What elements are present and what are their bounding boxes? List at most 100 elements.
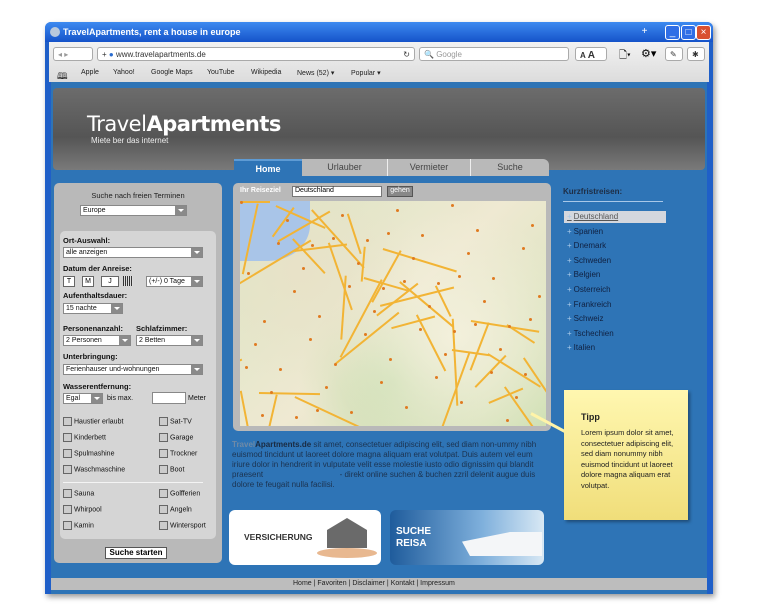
kurzfrist-item[interactable]: + Schweden: [567, 256, 611, 265]
ort-select[interactable]: alle anzeigen: [63, 247, 203, 258]
divider: [63, 482, 203, 483]
tolerance-select[interactable]: (+/-) 0 Tage: [146, 276, 203, 287]
calendar-icon[interactable]: [123, 276, 133, 286]
schlaf-select[interactable]: 2 Betten: [136, 335, 203, 346]
bookmark-youtube[interactable]: YouTube: [207, 69, 235, 76]
bookmark-yahoo[interactable]: Yahoo!: [113, 69, 135, 76]
kurzfrist-item[interactable]: + Spanien: [567, 227, 603, 236]
page-menu-icon[interactable]: 🗋▾: [619, 48, 631, 65]
checkbox[interactable]: [63, 449, 72, 458]
tab-suche[interactable]: Suche: [471, 159, 549, 176]
checkbox-option[interactable]: Angeln: [159, 505, 192, 514]
tab-urlauber[interactable]: Urlauber: [302, 159, 388, 176]
year-input[interactable]: J: [101, 276, 119, 287]
font-smaller[interactable]: A: [580, 51, 585, 60]
checkbox-option[interactable]: Kamin: [63, 521, 94, 530]
insurance-banner[interactable]: VERSICHERUNG: [229, 510, 381, 565]
map-city: [515, 396, 518, 399]
checkbox-option[interactable]: Spulmashine: [63, 449, 114, 458]
cruise-banner[interactable]: SUCHE REISA: [390, 510, 544, 565]
checkbox-option[interactable]: Sauna: [63, 489, 94, 498]
kurzfrist-item[interactable]: + Deutschland: [567, 212, 618, 221]
edit-icon[interactable]: ✎: [665, 47, 683, 61]
font-larger[interactable]: A: [588, 50, 595, 61]
kurzfrist-item[interactable]: + Osterreich: [567, 285, 611, 294]
checkbox-option[interactable]: Whirpool: [63, 505, 102, 514]
map-city: [428, 305, 431, 308]
map-germany[interactable]: [240, 201, 546, 426]
footer-link[interactable]: Favoriten: [317, 580, 346, 587]
map-road: [258, 392, 321, 395]
destination-input[interactable]: Deutschland: [292, 186, 382, 197]
map-city: [318, 315, 321, 318]
close-button[interactable]: ×: [696, 25, 711, 40]
footer-link[interactable]: Impressum: [420, 580, 455, 587]
checkbox[interactable]: [159, 465, 168, 474]
wasser-select[interactable]: Egal: [63, 393, 103, 404]
kurzfrist-item[interactable]: + Dnemark: [567, 241, 606, 250]
gear-icon[interactable]: ⚙▾: [641, 47, 656, 60]
kurzfrist-item[interactable]: + Tschechien: [567, 329, 614, 338]
month-input[interactable]: M: [82, 276, 94, 287]
checkbox-option[interactable]: Sat-TV: [159, 417, 192, 426]
footer-link[interactable]: Home: [293, 580, 312, 587]
kurzfrist-item[interactable]: + Belgien: [567, 270, 600, 279]
bookmark-apple[interactable]: Apple: [81, 69, 99, 76]
checkbox-option[interactable]: Golfferien: [159, 489, 200, 498]
tab-vermieter[interactable]: Vermieter: [388, 159, 471, 176]
checkbox[interactable]: [159, 505, 168, 514]
personen-select[interactable]: 2 Personen: [63, 335, 131, 346]
footer-link[interactable]: Kontakt: [391, 580, 415, 587]
checkbox[interactable]: [159, 433, 168, 442]
address-bar[interactable]: + ● www.travelapartments.de ↻: [97, 47, 415, 61]
checkbox[interactable]: [63, 521, 72, 530]
checkbox[interactable]: [63, 417, 72, 426]
checkbox-option[interactable]: Haustier erlaubt: [63, 417, 123, 426]
checkbox-option[interactable]: Trockner: [159, 449, 197, 458]
checkbox[interactable]: [63, 505, 72, 514]
dauer-label: Aufenthaltsdauer:: [63, 291, 128, 300]
checkbox-option[interactable]: Garage: [159, 433, 193, 442]
search-submit-button[interactable]: Suche starten: [105, 547, 167, 559]
new-tab-icon[interactable]: +: [637, 25, 652, 40]
bookmark-news[interactable]: News (52) ▾: [297, 69, 334, 77]
kurzfrist-item[interactable]: + Frankreich: [567, 300, 611, 309]
bookmark-google-maps[interactable]: Google Maps: [151, 69, 193, 76]
minimize-button[interactable]: _: [665, 25, 680, 40]
map-city: [396, 209, 399, 212]
footer-link[interactable]: Disclaimer: [352, 580, 385, 587]
region-select[interactable]: Europe: [80, 205, 187, 216]
checkbox-option[interactable]: Wintersport: [159, 521, 206, 530]
checkbox-option[interactable]: Waschmaschine: [63, 465, 125, 474]
bookmark-popular[interactable]: Popular ▾: [351, 69, 381, 77]
checkbox[interactable]: [159, 489, 168, 498]
day-input[interactable]: T: [63, 276, 75, 287]
checkbox[interactable]: [159, 449, 168, 458]
kurzfrist-title: Kurzfristreisen:: [563, 187, 623, 196]
bug-icon[interactable]: ✱: [687, 47, 705, 61]
checkbox[interactable]: [63, 433, 72, 442]
maximize-button[interactable]: □: [681, 25, 696, 40]
checkbox-option[interactable]: Boot: [159, 465, 184, 474]
meter-input[interactable]: [152, 392, 186, 404]
go-button[interactable]: gehen: [387, 186, 413, 197]
font-size-buttons[interactable]: A A: [575, 47, 607, 61]
dauer-select[interactable]: 15 nachte: [63, 303, 123, 314]
unterbringung-select[interactable]: Ferienhauser und-wohnungen: [63, 364, 203, 375]
back-forward-buttons[interactable]: ◂ ▸: [53, 47, 93, 61]
checkbox-option[interactable]: Kinderbett: [63, 433, 106, 442]
kurzfrist-item[interactable]: + Schweiz: [567, 314, 603, 323]
checkbox[interactable]: [63, 465, 72, 474]
kurzfrist-item[interactable]: + Italien: [567, 343, 595, 352]
tab-home[interactable]: Home: [234, 159, 302, 176]
checkbox[interactable]: [159, 521, 168, 530]
bookmark-wikipedia[interactable]: Wikipedia: [251, 69, 281, 76]
search-form: Ort-Auswahl: alle anzeigen Datum der Anr…: [60, 231, 216, 539]
wasser-label: Wasserentfernung:: [63, 382, 132, 391]
checkbox[interactable]: [63, 489, 72, 498]
reload-icon[interactable]: ↻: [403, 50, 410, 59]
checkbox[interactable]: [159, 417, 168, 426]
site-logo[interactable]: TravelApartments: [87, 112, 281, 136]
search-field[interactable]: 🔍 Google: [419, 47, 569, 61]
checkbox-label: Boot: [170, 466, 185, 474]
